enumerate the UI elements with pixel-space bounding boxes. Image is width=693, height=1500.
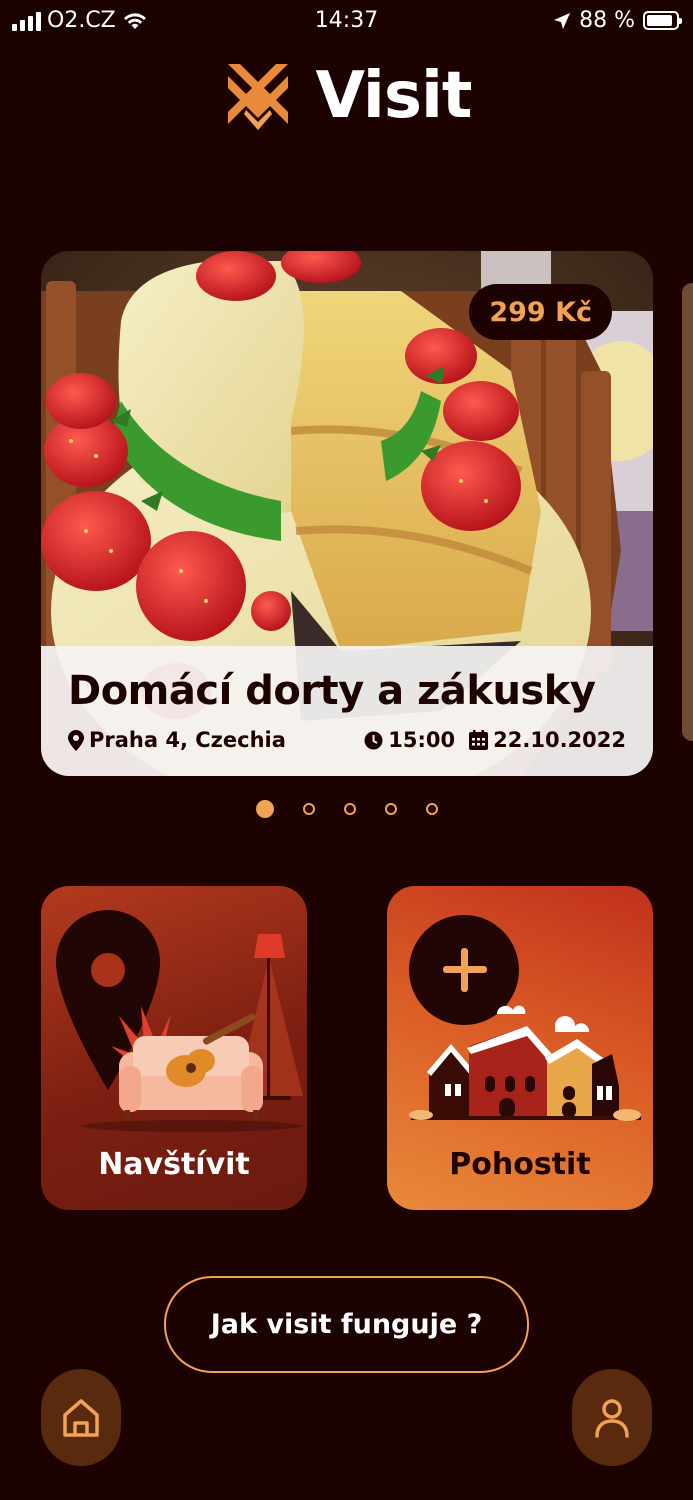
pagination-dot-1[interactable] xyxy=(255,800,274,818)
event-date: 22.10.2022 xyxy=(469,728,626,752)
event-time: 15:00 xyxy=(364,728,455,752)
battery-percent: 88 % xyxy=(579,8,635,33)
calendar-icon xyxy=(469,730,489,750)
location-pin-icon xyxy=(68,729,84,751)
event-card[interactable]: 299 Kč Domácí dorty a zákusky Praha 4, C… xyxy=(41,251,653,776)
status-right: 88 % xyxy=(553,8,682,33)
pagination-dot-3[interactable] xyxy=(343,803,356,815)
event-meta: Praha 4, Czechia 15:00 22.10.2022 xyxy=(68,728,626,752)
next-event-card-peek[interactable] xyxy=(682,283,693,741)
pagination-dot-5[interactable] xyxy=(425,803,438,815)
visit-tile[interactable]: Navštívit xyxy=(41,886,307,1210)
home-button[interactable] xyxy=(41,1369,121,1466)
how-it-works-button[interactable]: Jak visit funguje ? xyxy=(164,1276,529,1373)
price-badge: 299 Kč xyxy=(469,284,612,340)
clock-icon xyxy=(364,731,383,749)
event-time-text: 15:00 xyxy=(388,728,456,752)
event-location: Praha 4, Czechia xyxy=(68,728,286,752)
host-label: Pohostit xyxy=(449,1147,591,1182)
battery-icon xyxy=(643,11,682,30)
host-tile[interactable]: Pohostit xyxy=(387,886,653,1210)
status-bar: O2.CZ 14:37 88 % xyxy=(0,0,693,44)
home-icon xyxy=(63,1398,99,1437)
location-arrow-icon xyxy=(554,12,571,29)
event-location-text: Praha 4, Czechia xyxy=(89,728,286,752)
event-date-text: 22.10.2022 xyxy=(493,728,626,752)
logo-text: Visit xyxy=(315,59,473,133)
visit-logo-icon xyxy=(227,64,288,130)
pagination-dot-4[interactable] xyxy=(384,803,397,815)
pagination-dot-2[interactable] xyxy=(302,803,315,815)
card-info: Domácí dorty a zákusky Praha 4, Czechia … xyxy=(41,646,653,776)
carousel-pagination xyxy=(0,800,693,818)
user-icon xyxy=(595,1398,629,1438)
profile-button[interactable] xyxy=(572,1369,652,1466)
app-logo: Visit xyxy=(0,58,693,134)
visit-label: Navštívit xyxy=(98,1147,250,1182)
event-title: Domácí dorty a zákusky xyxy=(68,668,596,714)
